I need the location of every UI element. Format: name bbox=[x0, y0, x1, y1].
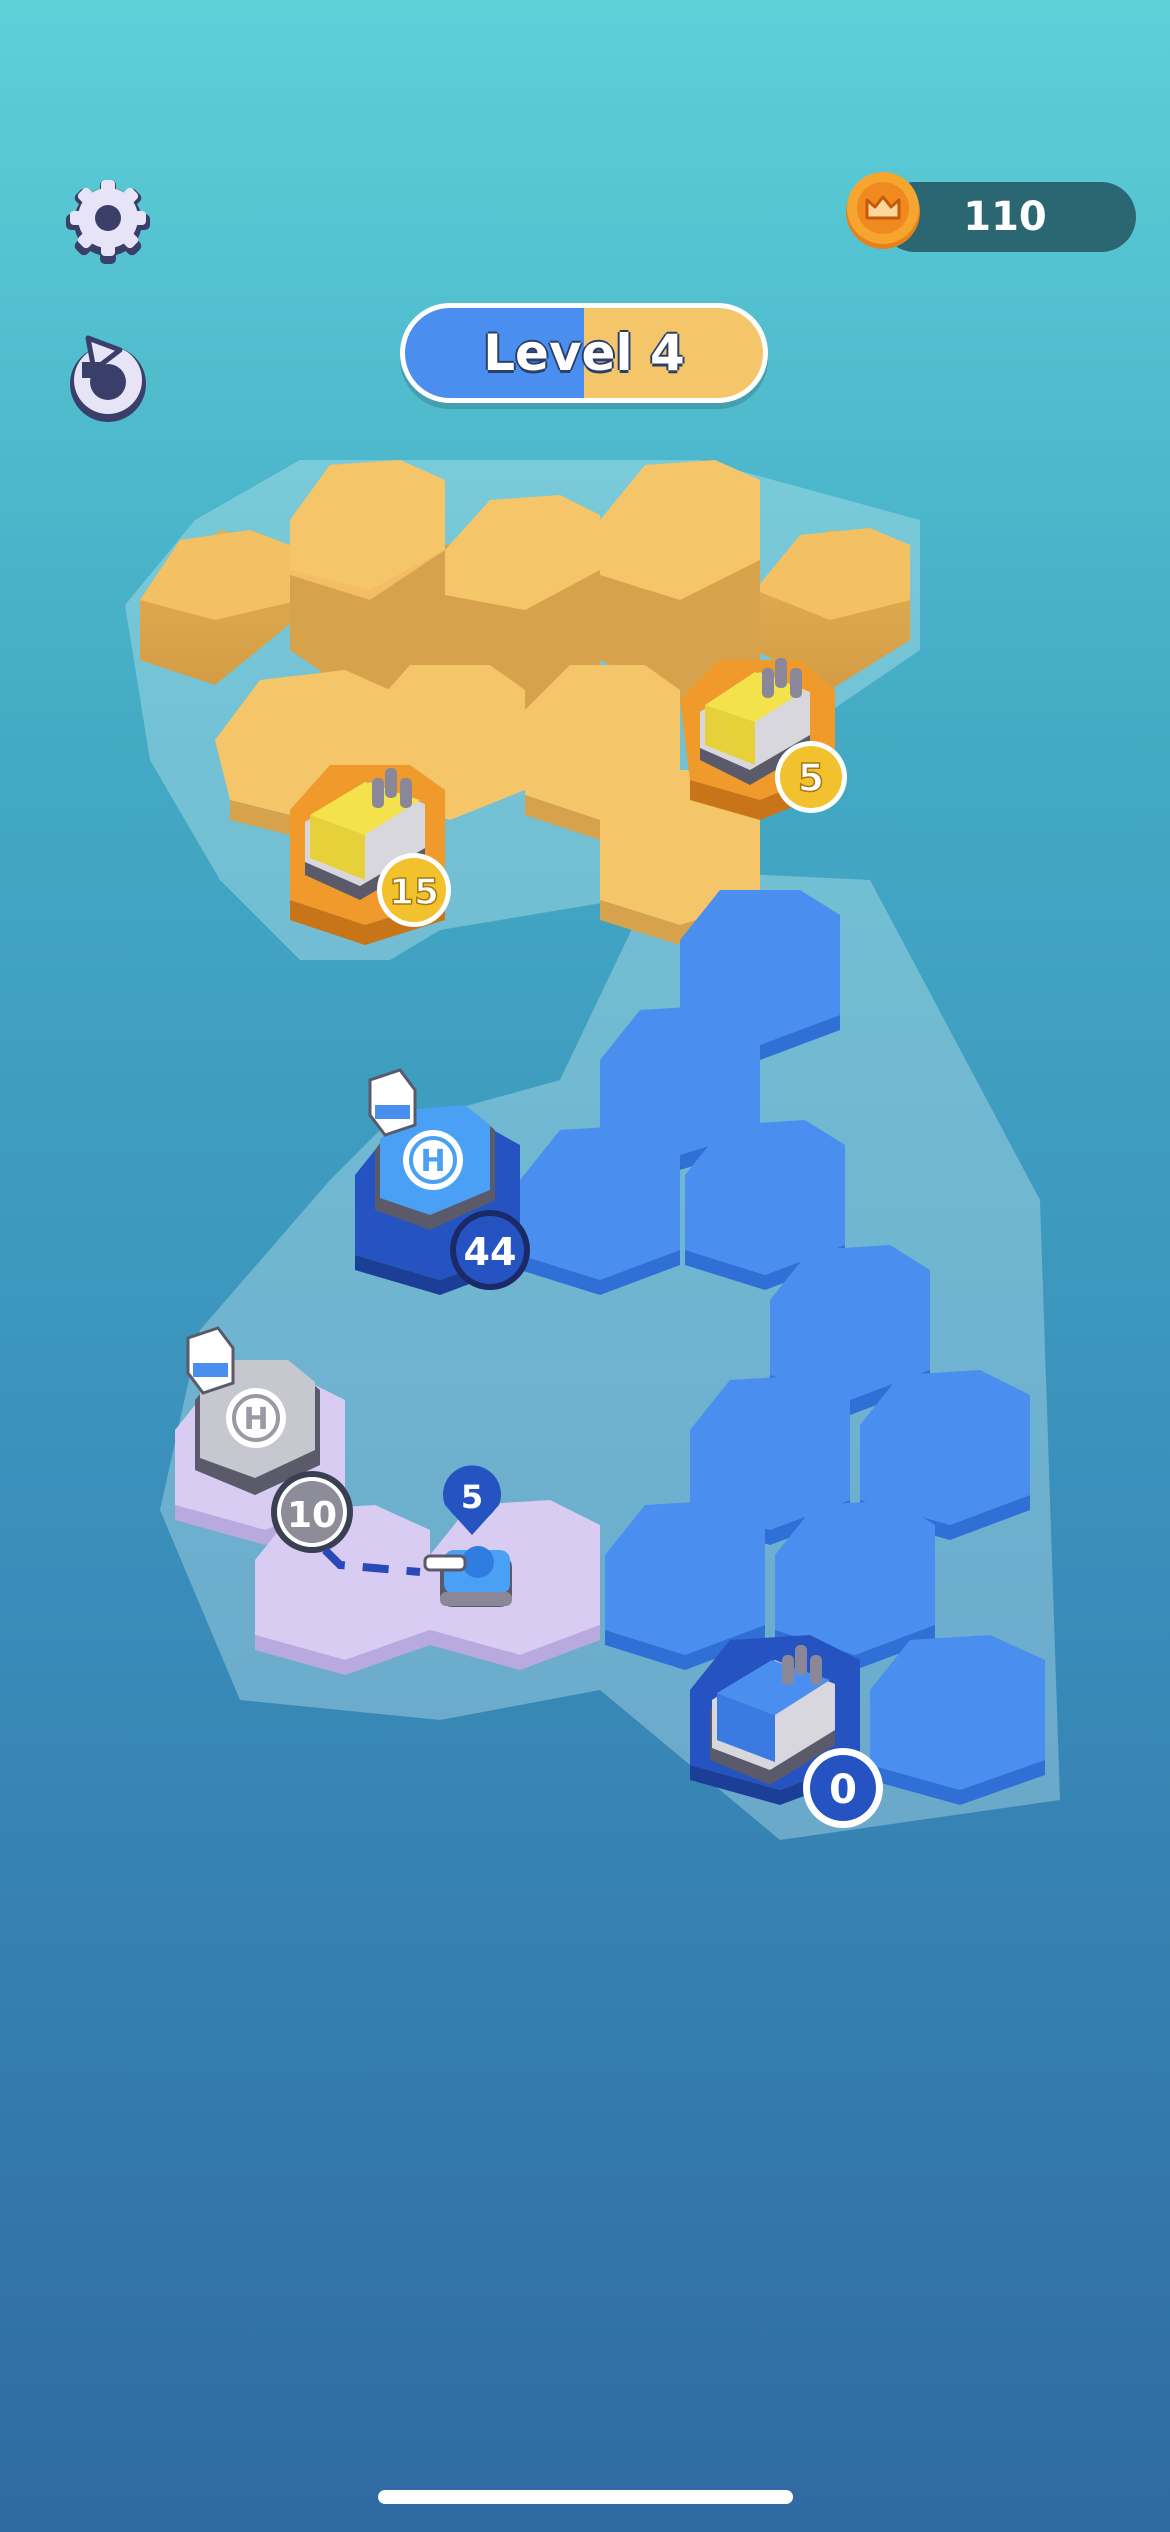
unit-count-badge: 5 bbox=[775, 741, 847, 813]
unit-count: 10 bbox=[287, 1495, 337, 1536]
unit-count: 5 bbox=[798, 756, 824, 800]
unit-count-badge: 44 bbox=[450, 1210, 530, 1290]
unit-count-badge: 10 bbox=[271, 1471, 353, 1553]
hex-tile[interactable] bbox=[520, 1125, 680, 1295]
hex-tile[interactable] bbox=[870, 1635, 1045, 1805]
svg-text:H: H bbox=[420, 1144, 445, 1179]
unit-count: 5 bbox=[461, 1478, 483, 1516]
svg-text:H: H bbox=[243, 1402, 268, 1437]
blue-helipad[interactable]: H bbox=[368, 1068, 495, 1230]
unit-count: 44 bbox=[464, 1230, 517, 1274]
unit-count-badge: 0 bbox=[803, 1748, 883, 1828]
game-board: 5 15 H 44 0 H 10 5 bbox=[125, 460, 1060, 1840]
unit-count: 0 bbox=[829, 1767, 857, 1813]
unit-count-badge: 15 bbox=[377, 853, 451, 927]
unit-count: 15 bbox=[389, 872, 439, 913]
home-indicator[interactable] bbox=[378, 2490, 793, 2504]
